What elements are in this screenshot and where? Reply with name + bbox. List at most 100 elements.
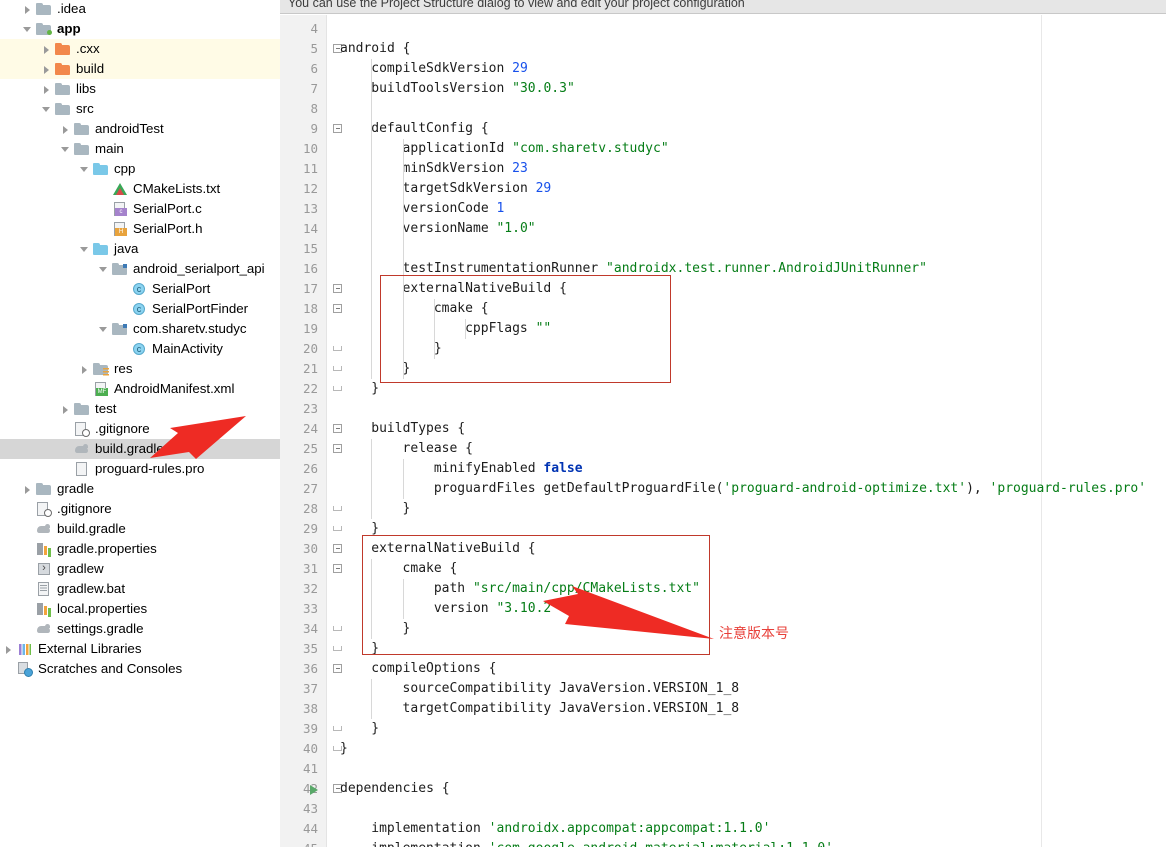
tree-item-build-gradle[interactable]: build.gradle (0, 519, 280, 539)
code-line[interactable]: path "src/main/cpp/CMakeLists.txt" (434, 579, 700, 599)
tree-item-build[interactable]: build (0, 59, 280, 79)
tree-item-gitignore[interactable]: .gitignore (0, 499, 280, 519)
tree-item-local-properties[interactable]: local.properties (0, 599, 280, 619)
tree-item-gitignore[interactable]: .gitignore (0, 419, 280, 439)
code-line[interactable]: cppFlags "" (465, 319, 551, 339)
code-line[interactable]: externalNativeBuild { (403, 279, 567, 299)
code-line[interactable]: testInstrumentationRunner "androidx.test… (403, 259, 927, 279)
tree-item-main[interactable]: main (0, 139, 280, 159)
code-line[interactable]: applicationId "com.sharetv.studyc" (403, 139, 669, 159)
tree-item-scratches-and-consoles[interactable]: Scratches and Consoles (0, 659, 280, 679)
chevron-right-icon[interactable] (22, 484, 33, 495)
tree-item-cmakelists-txt[interactable]: CMakeLists.txt (0, 179, 280, 199)
code-line[interactable]: } (403, 499, 411, 519)
chevron-right-icon[interactable] (79, 364, 90, 375)
code-line[interactable]: proguardFiles getDefaultProguardFile('pr… (434, 479, 1146, 499)
line-number: 10 (302, 141, 318, 156)
chevron-right-icon[interactable] (3, 644, 14, 655)
tree-item-cxx[interactable]: .cxx (0, 39, 280, 59)
code-line[interactable]: buildToolsVersion "30.0.3" (371, 79, 575, 99)
tree-item-android-serialport-api[interactable]: android_serialport_api (0, 259, 280, 279)
tree-item-androidtest[interactable]: androidTest (0, 119, 280, 139)
tree-item-cpp[interactable]: cpp (0, 159, 280, 179)
chevron-right-icon[interactable] (41, 44, 52, 55)
chevron-down-icon[interactable] (22, 24, 33, 35)
code-line[interactable]: android { (340, 39, 410, 59)
tree-item-build-gradle[interactable]: build.gradle (0, 439, 280, 459)
code-line[interactable]: externalNativeBuild { (371, 539, 535, 559)
chevron-down-icon[interactable] (98, 324, 109, 335)
chevron-right-icon[interactable] (60, 124, 71, 135)
chevron-down-icon[interactable] (41, 104, 52, 115)
tree-item-serialport-c[interactable]: c SerialPort.c (0, 199, 280, 219)
chevron-down-icon[interactable] (60, 144, 71, 155)
code-line[interactable]: compileOptions { (371, 659, 496, 679)
code-line[interactable]: targetCompatibility JavaVersion.VERSION_… (403, 699, 740, 719)
chevron-right-icon[interactable] (41, 84, 52, 95)
tree-item-gradle-properties[interactable]: gradle.properties (0, 539, 280, 559)
code-line[interactable]: cmake { (403, 559, 458, 579)
tree-item-libs[interactable]: libs (0, 79, 280, 99)
run-gutter-icon[interactable] (310, 785, 318, 795)
line-number: 11 (302, 161, 318, 176)
chevron-right-icon[interactable] (41, 64, 52, 75)
code-line[interactable]: release { (403, 439, 473, 459)
twisty-placeholder (98, 184, 109, 195)
tree-item-res[interactable]: res (0, 359, 280, 379)
code-editor-panel[interactable]: You can use the Project Structure dialog… (280, 0, 1166, 847)
code-line[interactable]: implementation 'com.google.android.mater… (371, 839, 833, 847)
code-line[interactable]: } (371, 719, 379, 739)
tree-item-serialport[interactable]: SerialPort (0, 279, 280, 299)
code-line[interactable]: minifyEnabled false (434, 459, 583, 479)
tree-item-gradlew-bat[interactable]: gradlew.bat (0, 579, 280, 599)
tree-item-serialportfinder[interactable]: SerialPortFinder (0, 299, 280, 319)
code-line[interactable]: versionName "1.0" (403, 219, 536, 239)
code-line[interactable]: compileSdkVersion 29 (371, 59, 528, 79)
tree-item-com-sharetv-studyc[interactable]: com.sharetv.studyc (0, 319, 280, 339)
line-number: 5 (310, 41, 318, 56)
tree-item-external-libraries[interactable]: External Libraries (0, 639, 280, 659)
code-line[interactable]: cmake { (434, 299, 489, 319)
code-line[interactable]: defaultConfig { (371, 119, 488, 139)
code-line[interactable]: buildTypes { (371, 419, 465, 439)
line-number: 35 (302, 641, 318, 656)
chevron-down-icon[interactable] (98, 264, 109, 275)
tree-item-test[interactable]: test (0, 399, 280, 419)
code-line[interactable]: } (403, 359, 411, 379)
tree-item-serialport-h[interactable]: H SerialPort.h (0, 219, 280, 239)
code-line[interactable]: sourceCompatibility JavaVersion.VERSION_… (403, 679, 740, 699)
code-line[interactable]: } (340, 739, 348, 759)
code-text-area[interactable]: android {compileSdkVersion 29 buildToolsV… (326, 15, 1166, 847)
tree-item-mainactivity[interactable]: MainActivity (0, 339, 280, 359)
tree-item-idea[interactable]: .idea (0, 0, 280, 19)
tree-item-proguard-rules-pro[interactable]: proguard-rules.pro (0, 459, 280, 479)
code-line[interactable]: minSdkVersion 23 (403, 159, 528, 179)
res-marker (103, 368, 109, 376)
tree-item-gradle[interactable]: gradle (0, 479, 280, 499)
tree-item-androidmanifest-xml[interactable]: MF AndroidManifest.xml (0, 379, 280, 399)
chevron-down-icon[interactable] (79, 164, 90, 175)
line-number: 14 (302, 221, 318, 236)
code-line[interactable]: } (371, 519, 379, 539)
chevron-down-icon[interactable] (79, 244, 90, 255)
editor-gutter[interactable]: 4 5 6 7 8 9 10 11 12 13 14 15 16 17 18 19 20 21 22 23 24 25 26… (280, 15, 326, 847)
code-line[interactable]: targetSdkVersion 29 (403, 179, 552, 199)
tree-item-gradlew[interactable]: gradlew (0, 559, 280, 579)
code-line[interactable]: } (434, 339, 442, 359)
code-line[interactable]: dependencies { (340, 779, 450, 799)
code-token: "1.0" (496, 221, 536, 236)
package-folder-icon (112, 321, 128, 337)
chevron-right-icon[interactable] (60, 404, 71, 415)
code-line[interactable]: } (371, 379, 379, 399)
tree-item-java[interactable]: java (0, 239, 280, 259)
code-line[interactable]: } (403, 619, 411, 639)
chevron-right-icon[interactable] (22, 4, 33, 15)
code-line[interactable]: implementation 'androidx.appcompat:appco… (371, 819, 770, 839)
tree-item-src[interactable]: src (0, 99, 280, 119)
project-tree-panel[interactable]: .idea app .cxx build libs src androidTest main c… (0, 0, 280, 847)
code-line[interactable]: version "3.10.2" (434, 599, 559, 619)
code-line[interactable]: versionCode 1 (403, 199, 505, 219)
code-line[interactable]: } (371, 639, 379, 659)
tree-item-app[interactable]: app (0, 19, 280, 39)
tree-item-settings-gradle[interactable]: settings.gradle (0, 619, 280, 639)
